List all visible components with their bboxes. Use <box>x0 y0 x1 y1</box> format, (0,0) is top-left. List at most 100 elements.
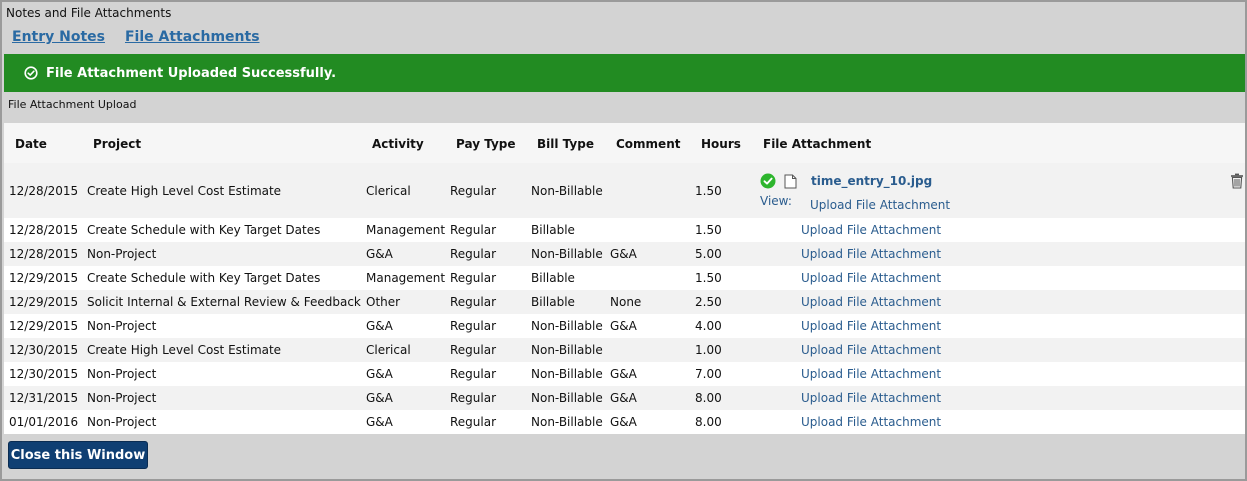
cell-date: 12/30/2015 <box>9 343 79 357</box>
table-row: 12/30/2015 Create High Level Cost Estima… <box>4 338 1245 362</box>
cell-date: 12/31/2015 <box>9 391 79 405</box>
check-circle-icon <box>24 66 38 80</box>
tab-file-attachments[interactable]: File Attachments <box>125 29 260 45</box>
cell-comment: G&A <box>610 367 637 381</box>
cell-project: Non-Project <box>87 415 157 429</box>
attachments-table: Date Project Activity Pay Type Bill Type… <box>4 123 1245 434</box>
upload-file-attachment-link[interactable]: Upload File Attachment <box>801 367 941 381</box>
cell-hours: 1.00 <box>695 343 722 357</box>
cell-activity: G&A <box>366 367 393 381</box>
cell-pay-type: Regular <box>450 343 497 357</box>
table-row: 12/28/2015 Create High Level Cost Estima… <box>4 163 1245 218</box>
cell-bill-type: Non-Billable <box>531 415 603 429</box>
banner-message: File Attachment Uploaded Successfully. <box>46 65 337 81</box>
cell-bill-type: Non-Billable <box>531 343 603 357</box>
upload-file-attachment-link[interactable]: Upload File Attachment <box>801 271 941 285</box>
col-comment: Comment <box>616 137 681 151</box>
attachment-file-link[interactable]: time_entry_10.jpg <box>811 174 932 188</box>
cell-project: Create High Level Cost Estimate <box>87 343 282 357</box>
upload-file-attachment-link[interactable]: Upload File Attachment <box>801 295 941 309</box>
cell-pay-type: Regular <box>450 271 497 285</box>
cell-bill-type: Billable <box>531 295 575 309</box>
cell-date: 01/01/2016 <box>9 415 79 429</box>
cell-date: 12/28/2015 <box>9 247 79 261</box>
cell-pay-type: Regular <box>450 295 497 309</box>
cell-project: Create Schedule with Key Target Dates <box>87 271 321 285</box>
tab-bar: Entry Notes File Attachments <box>12 29 260 45</box>
cell-activity: G&A <box>366 319 393 333</box>
cell-project: Non-Project <box>87 319 157 333</box>
table-header: Date Project Activity Pay Type Bill Type… <box>4 123 1245 163</box>
footer-bar <box>4 434 1245 479</box>
upload-file-attachment-link[interactable]: Upload File Attachment <box>801 247 941 261</box>
table-row: 12/31/2015 Non-Project G&A Regular Non-B… <box>4 386 1245 410</box>
upload-file-attachment-link[interactable]: Upload File Attachment <box>801 319 941 333</box>
cell-project: Create Schedule with Key Target Dates <box>87 223 321 237</box>
col-bill-type: Bill Type <box>537 137 594 151</box>
cell-activity: G&A <box>366 247 393 261</box>
cell-pay-type: Regular <box>450 367 497 381</box>
table-row: 12/29/2015 Non-Project G&A Regular Non-B… <box>4 314 1245 338</box>
table-row: 12/29/2015 Create Schedule with Key Targ… <box>4 266 1245 290</box>
upload-file-attachment-link[interactable]: Upload File Attachment <box>801 391 941 405</box>
table-row: 01/01/2016 Non-Project G&A Regular Non-B… <box>4 410 1245 434</box>
cell-pay-type: Regular <box>450 247 497 261</box>
cell-project: Create High Level Cost Estimate <box>87 184 282 198</box>
cell-pay-type: Regular <box>450 319 497 333</box>
cell-date: 12/29/2015 <box>9 319 79 333</box>
success-banner: File Attachment Uploaded Successfully. <box>4 54 1245 92</box>
cell-bill-type: Non-Billable <box>531 391 603 405</box>
trash-icon[interactable] <box>1230 173 1244 189</box>
close-window-button[interactable]: Close this Window <box>8 441 148 469</box>
table-row: 12/29/2015 Solicit Internal & External R… <box>4 290 1245 314</box>
col-file-attachment: File Attachment <box>763 137 872 151</box>
cell-activity: G&A <box>366 415 393 429</box>
cell-date: 12/29/2015 <box>9 295 79 309</box>
tab-entry-notes[interactable]: Entry Notes <box>12 29 105 45</box>
col-activity: Activity <box>372 137 424 151</box>
cell-bill-type: Non-Billable <box>531 184 603 198</box>
cell-date: 12/28/2015 <box>9 184 79 198</box>
upload-file-attachment-link[interactable]: Upload File Attachment <box>801 343 941 357</box>
cell-pay-type: Regular <box>450 184 497 198</box>
cell-pay-type: Regular <box>450 223 497 237</box>
col-pay-type: Pay Type <box>456 137 516 151</box>
col-project: Project <box>93 137 142 151</box>
cell-hours: 2.50 <box>695 295 722 309</box>
col-hours: Hours <box>701 137 741 151</box>
upload-file-attachment-link[interactable]: Upload File Attachment <box>801 415 941 429</box>
table-row: 12/28/2015 Create Schedule with Key Targ… <box>4 218 1245 242</box>
table-row: 12/30/2015 Non-Project G&A Regular Non-B… <box>4 362 1245 386</box>
cell-hours: 7.00 <box>695 367 722 381</box>
upload-file-attachment-link[interactable]: Upload File Attachment <box>801 223 941 237</box>
window-title: Notes and File Attachments <box>6 6 172 20</box>
cell-activity: Management <box>366 271 446 285</box>
cell-hours: 8.00 <box>695 391 722 405</box>
cell-comment: G&A <box>610 247 637 261</box>
cell-pay-type: Regular <box>450 415 497 429</box>
cell-project: Solicit Internal & External Review & Fee… <box>87 295 361 309</box>
cell-activity: Management <box>366 223 446 237</box>
cell-pay-type: Regular <box>450 391 497 405</box>
upload-file-attachment-link[interactable]: Upload File Attachment <box>810 198 950 212</box>
uploaded-check-icon <box>760 173 776 189</box>
document-icon <box>784 174 797 188</box>
cell-project: Non-Project <box>87 391 157 405</box>
cell-comment: G&A <box>610 391 637 405</box>
view-label: View: <box>760 194 792 208</box>
cell-date: 12/30/2015 <box>9 367 79 381</box>
cell-hours: 1.50 <box>695 223 722 237</box>
cell-bill-type: Billable <box>531 271 575 285</box>
cell-hours: 8.00 <box>695 415 722 429</box>
section-label: File Attachment Upload <box>8 98 137 111</box>
cell-bill-type: Billable <box>531 223 575 237</box>
cell-activity: Clerical <box>366 343 411 357</box>
cell-comment: G&A <box>610 319 637 333</box>
cell-hours: 1.50 <box>695 271 722 285</box>
cell-activity: G&A <box>366 391 393 405</box>
cell-comment: G&A <box>610 415 637 429</box>
cell-activity: Other <box>366 295 401 309</box>
notes-attachments-window: Notes and File Attachments Entry Notes F… <box>0 0 1247 481</box>
cell-hours: 4.00 <box>695 319 722 333</box>
attachment-view-line: View: time_entry_10.jpg <box>760 173 932 208</box>
